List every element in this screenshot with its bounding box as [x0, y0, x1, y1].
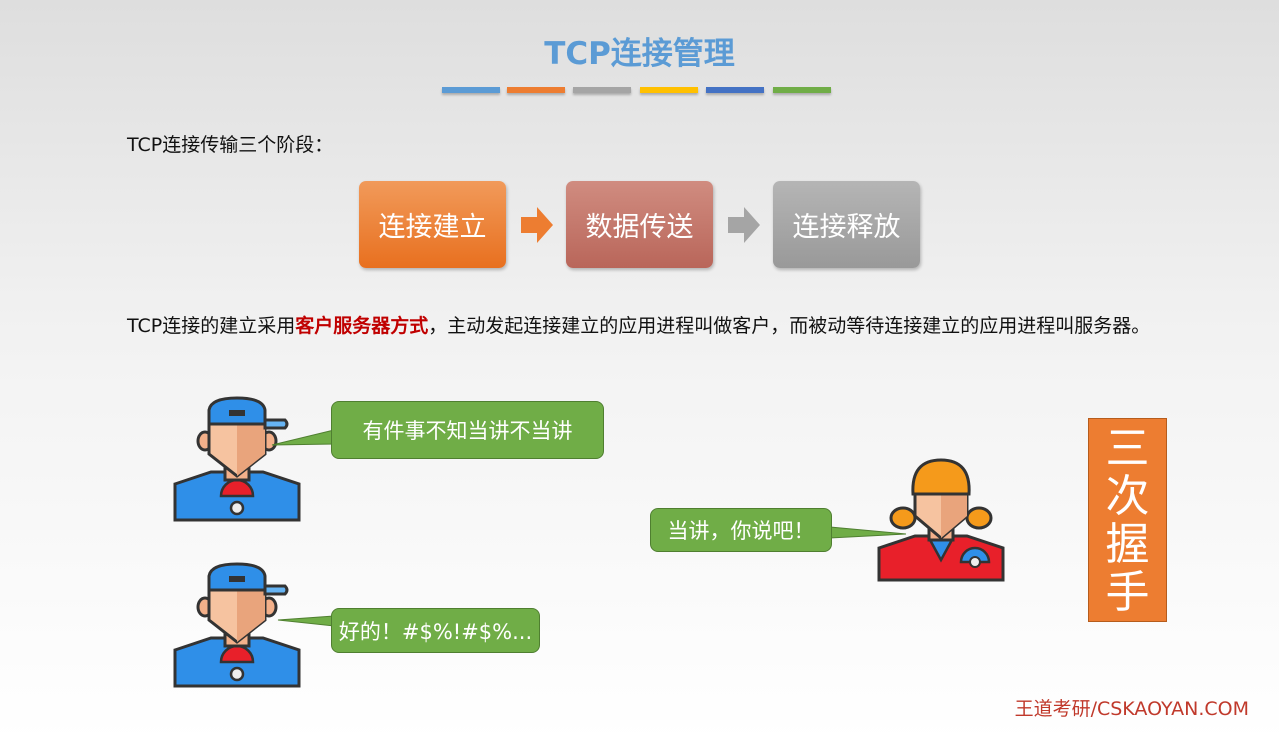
phase-release: 连接释放	[773, 181, 920, 268]
footer-brand: 王道考研/CSKAOYAN.COM	[1014, 698, 1249, 720]
phase-transfer: 数据传送	[566, 181, 713, 268]
accent-bar	[507, 87, 565, 93]
three-way-handshake-label: 三次握手	[1088, 418, 1167, 622]
arrow-right-icon	[521, 207, 553, 243]
client-avatar	[171, 396, 303, 523]
bubble-tail	[271, 430, 335, 446]
description-paragraph: TCP连接的建立采用客户服务器方式，主动发起连接建立的应用进程叫做客户，而被动等…	[127, 311, 1177, 341]
paragraph-text: ，主动发起连接建立的应用进程叫做客户，而被动等待连接建立的应用进程叫服务器。	[428, 315, 1151, 337]
speech-bubble-server: 当讲，你说吧！	[650, 508, 832, 552]
phase-establish: 连接建立	[359, 181, 506, 268]
accent-bar	[573, 87, 631, 93]
accent-bar	[442, 87, 500, 93]
server-avatar	[875, 456, 1007, 583]
accent-bar	[706, 87, 764, 93]
accent-bar	[773, 87, 831, 93]
bubble-tail	[277, 615, 335, 627]
bubble-tail	[829, 526, 907, 539]
speech-bubble-client-1: 有件事不知当讲不当讲	[331, 401, 604, 459]
intro-text: TCP连接传输三个阶段：	[127, 134, 334, 156]
speech-bubble-client-2: 好的！#$%!#$%...	[331, 608, 540, 653]
accent-bar	[640, 87, 698, 93]
paragraph-text: TCP连接的建立采用	[127, 315, 296, 337]
highlight-text: 客户服务器方式	[295, 315, 429, 337]
arrow-right-icon	[728, 207, 760, 243]
slide-title: TCP连接管理	[544, 36, 735, 72]
